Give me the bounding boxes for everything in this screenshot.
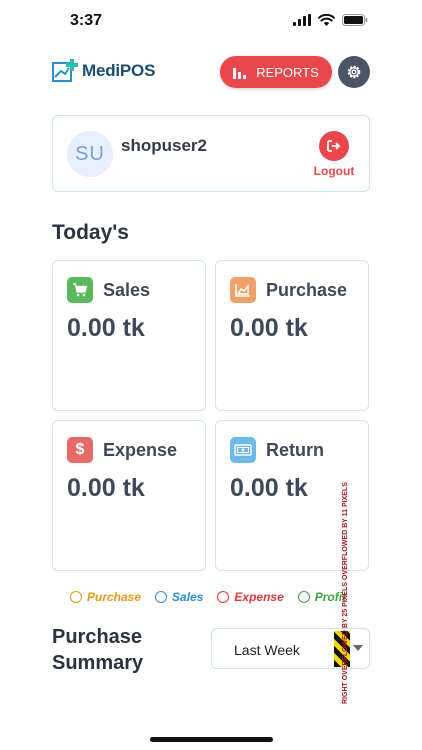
area-chart-icon [230, 277, 256, 303]
return-value: 0.00 tk [230, 474, 308, 502]
settings-button[interactable] [338, 56, 370, 88]
overflow-warning-text: RIGHT OVERFLOWED BY 25 PIXELS OVERFLOWED… [342, 482, 350, 704]
sales-value: 0.00 tk [67, 314, 145, 342]
legend-item-sales[interactable]: Sales [155, 590, 203, 604]
logout-icon-circle [319, 131, 349, 161]
reports-label: REPORTS [256, 64, 319, 80]
bar-chart-icon [233, 67, 247, 79]
sales-label: Sales [103, 279, 151, 300]
app-logo: MediPOS [52, 58, 155, 84]
logout-label: Logout [313, 164, 355, 178]
expense-card[interactable]: $ Expense 0.00 tk [52, 420, 206, 571]
chart-legend: Purchase Sales Expense Profit [70, 588, 362, 606]
username: shopuser2 [121, 136, 207, 155]
user-card: SU shopuser2 Logout [52, 115, 370, 192]
battery-icon [342, 14, 368, 26]
wifi-icon [318, 14, 335, 26]
expense-card-header: $ Expense [67, 437, 177, 463]
legend-item-purchase[interactable]: Purchase [70, 590, 141, 604]
legend-label: Purchase [87, 590, 142, 604]
legend-dot [70, 591, 82, 603]
legend-dot [297, 591, 310, 603]
overflow-warning-line1: RIGHT OVERFLOWED BY 25 PIXELS [342, 581, 349, 704]
todays-title: Today's [52, 221, 129, 244]
logout-icon [327, 140, 341, 152]
status-bar: 3:37 [0, 0, 422, 44]
overflow-warning-line2: OVERFLOWED BY 11 PIXELS [342, 482, 349, 581]
gear-icon [347, 65, 361, 79]
purchase-label: Purchase [266, 279, 348, 300]
sales-card[interactable]: Sales 0.00 tk [52, 260, 206, 411]
expense-label: Expense [103, 439, 178, 460]
overflow-warning: RIGHT OVERFLOWED BY 25 PIXELS OVERFLOWED… [338, 482, 356, 708]
expense-value: 0.00 tk [67, 474, 145, 502]
home-indicator [150, 737, 273, 742]
sales-card-header: Sales [67, 277, 150, 303]
cash-return-icon [230, 437, 256, 463]
return-label: Return [266, 439, 324, 460]
purchase-summary-title: Purchase Summary [52, 626, 144, 674]
app-header: MediPOS REPORTS [0, 56, 422, 90]
logout-button[interactable]: Logout [309, 131, 359, 178]
purchase-value: 0.00 tk [230, 314, 308, 342]
dollar-icon: $ [67, 437, 93, 463]
status-time: 3:37 [70, 12, 103, 29]
reports-button[interactable]: REPORTS [220, 56, 332, 88]
cellular-signal-icon [293, 14, 311, 26]
logo-text: MediPOS [82, 61, 156, 80]
legend-label: Sales [172, 590, 204, 604]
legend-label: Expense [234, 590, 284, 604]
status-icons [293, 14, 368, 26]
legend-dot [155, 591, 168, 603]
legend-item-expense[interactable]: Expense [217, 590, 284, 604]
medipos-logo-icon [52, 59, 78, 82]
purchase-card-header: Purchase [230, 277, 347, 303]
legend-dot [217, 591, 230, 603]
purchase-card[interactable]: Purchase 0.00 tk [215, 260, 369, 411]
cart-icon [67, 277, 93, 303]
return-card-header: Return [230, 437, 324, 463]
avatar: SU [67, 131, 113, 177]
period-selected-value: Last Week [234, 642, 300, 658]
